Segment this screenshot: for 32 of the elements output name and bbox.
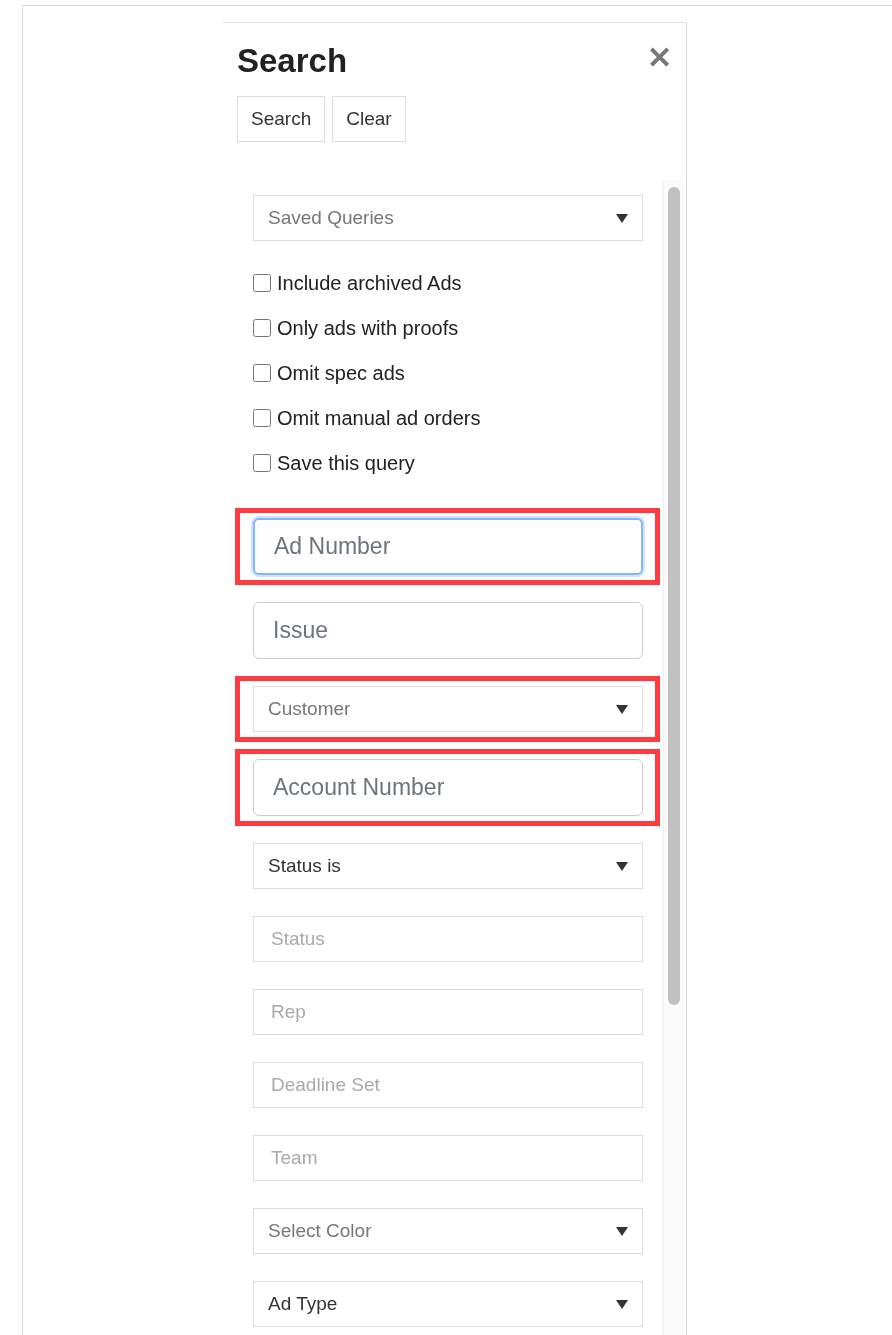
input-field[interactable]: Account Number	[253, 759, 643, 816]
caret-icon	[616, 1299, 628, 1309]
action-button[interactable]: Clear	[332, 96, 406, 142]
dropdown[interactable]: Ad Type	[253, 1281, 643, 1327]
input-field[interactable]: Ad Number	[253, 518, 643, 575]
panel-title: Search	[237, 41, 348, 81]
input-field[interactable]: Status	[253, 916, 643, 962]
checkbox-label: Include archived Ads	[277, 271, 462, 295]
dropdown[interactable]: Saved Queries	[253, 195, 643, 241]
scrollbar-thumb[interactable]	[668, 187, 680, 1005]
input-field[interactable]: Issue	[253, 602, 643, 659]
dropdown[interactable]: Select Color	[253, 1208, 643, 1254]
dropdown[interactable]: Customer	[253, 686, 643, 732]
caret-icon	[616, 704, 628, 714]
input-field[interactable]: Deadline Set	[253, 1062, 643, 1108]
checkbox-label: Omit spec ads	[277, 361, 405, 385]
input-field[interactable]: Rep	[253, 989, 643, 1035]
checkbox[interactable]	[253, 409, 271, 427]
caret-icon	[616, 1226, 628, 1236]
caret-icon	[616, 861, 628, 871]
checkbox[interactable]	[253, 319, 271, 337]
caret-icon	[616, 213, 628, 223]
dropdown[interactable]: Status is	[253, 843, 643, 889]
close-button[interactable]: ✕	[647, 41, 672, 75]
action-button[interactable]: Search	[237, 96, 326, 142]
checkbox-label: Omit manual ad orders	[277, 406, 481, 430]
checkbox-label: Only ads with proofs	[277, 316, 459, 340]
checkbox[interactable]	[253, 364, 271, 382]
input-field[interactable]: Team	[253, 1135, 643, 1181]
checkbox[interactable]	[253, 454, 271, 472]
checkbox[interactable]	[253, 274, 271, 292]
checkbox-label: Save this query	[277, 451, 415, 475]
